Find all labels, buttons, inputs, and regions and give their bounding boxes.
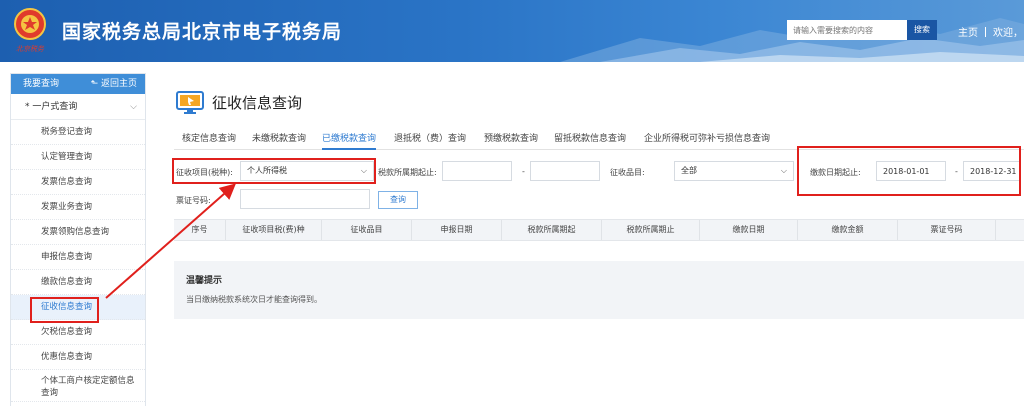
column-header: 征收项目税(费)种	[226, 220, 322, 240]
sidebar-item[interactable]: 欠税信息查询	[11, 320, 145, 345]
tax-period-end-input[interactable]	[530, 161, 600, 181]
tab-loss-carryforward[interactable]: 企业所得税可弥补亏损信息查询	[644, 131, 770, 144]
annotation-box-pay-date	[797, 146, 1021, 196]
home-link[interactable]: 主页	[958, 28, 978, 39]
query-button[interactable]: 查询	[378, 191, 418, 209]
sidebar-item[interactable]: 发票领购信息查询	[11, 220, 145, 245]
top-links: 主页 欢迎，	[958, 24, 1023, 39]
ticket-number-input[interactable]	[240, 189, 370, 209]
column-header: 缴款日期	[700, 220, 798, 240]
column-header: 税款所属期起	[502, 220, 602, 240]
results-table-header: 序号 征收项目税(费)种 征收品目 申报日期 税款所属期起 税款所属期止 缴款日…	[174, 219, 1024, 241]
site-title: 国家税务总局北京市电子税务局	[62, 21, 343, 43]
sidebar-group-query[interactable]: * 一户式查询 ⌵	[11, 94, 145, 120]
tab-paid[interactable]: 已缴税款查询	[322, 131, 377, 150]
column-header: 序号	[174, 220, 226, 240]
subitem-label: 征收品目:	[610, 168, 645, 177]
sidebar-item[interactable]: 发票业务查询	[11, 195, 145, 220]
tax-period-start-input[interactable]	[442, 161, 512, 181]
sidebar-item[interactable]: 认定管理查询	[11, 145, 145, 170]
tax-period-separator: -	[522, 167, 525, 176]
back-home-link[interactable]: ⬑ 返回主页	[91, 74, 137, 94]
annotation-box-tax-item	[172, 158, 376, 184]
tab-prepaid[interactable]: 预缴税款查询	[484, 131, 538, 144]
column-header: 税款所属期止	[602, 220, 700, 240]
tax-emblem-icon: 北京税务	[14, 8, 46, 53]
sidebar-item[interactable]: 个体工商户核定定额信息查询	[11, 370, 145, 402]
search-button[interactable]: 搜索	[907, 20, 937, 40]
tab-retained-credit[interactable]: 留抵税款信息查询	[554, 131, 626, 144]
tab-refund[interactable]: 退抵税（费）查询	[394, 131, 466, 144]
chevron-down-icon: ⌵	[780, 166, 787, 175]
tips-title: 温馨提示	[186, 276, 223, 286]
sidebar-group-label: 一户式查询	[32, 102, 78, 112]
ticket-number-label: 票证号码:	[176, 196, 211, 205]
tips-text: 当日缴纳税款系统次日才能查询得到。	[186, 295, 322, 304]
column-header: 申报日期	[412, 220, 502, 240]
subitem-select[interactable]: 全部 ⌵	[674, 161, 794, 181]
sidebar-item[interactable]: 优惠信息查询	[11, 345, 145, 370]
link-divider	[985, 27, 986, 37]
sidebar-head: 我要查询 ⬑ 返回主页	[11, 74, 145, 94]
sidebar-head-label: 我要查询	[23, 79, 60, 89]
sidebar: 我要查询 ⬑ 返回主页 * 一户式查询 ⌵ 税务登记查询 认定管理查询 发票信息…	[10, 73, 146, 406]
back-home-label: 返回主页	[100, 79, 137, 89]
sidebar-item[interactable]: 缴款信息查询	[11, 270, 145, 295]
sidebar-item[interactable]: 税务登记查询	[11, 120, 145, 145]
sidebar-item[interactable]: 发票信息查询	[11, 170, 145, 195]
main-content: 征收信息查询 核定信息查询 未缴税款查询 已缴税款查询 退抵税（费）查询 预缴税…	[160, 73, 1024, 406]
page-title: 征收信息查询	[212, 94, 303, 112]
tax-period-label: 税款所属期起止:	[378, 168, 437, 177]
site-header: 北京税务 国家税务总局北京市电子税务局 搜索 主页 欢迎，	[0, 0, 1024, 62]
monitor-icon	[176, 91, 204, 114]
sidebar-item[interactable]: 申报信息查询	[11, 245, 145, 270]
column-header: 缴款金额	[798, 220, 898, 240]
tips-panel: 温馨提示 当日缴纳税款系统次日才能查询得到。	[174, 261, 1024, 319]
annotation-box-sidebar	[30, 297, 99, 323]
back-arrow-icon: ⬑	[90, 79, 101, 89]
column-header: 票证号码	[898, 220, 996, 240]
tab-unpaid[interactable]: 未缴税款查询	[252, 131, 306, 144]
chevron-down-icon: ⌵	[130, 102, 137, 112]
emblem-text: 北京税务	[16, 45, 45, 53]
welcome-text: 欢迎，	[993, 28, 1023, 39]
column-header: 征收品目	[322, 220, 412, 240]
subitem-value: 全部	[681, 166, 697, 175]
search-input[interactable]	[787, 20, 907, 40]
tab-assessment[interactable]: 核定信息查询	[182, 131, 236, 144]
